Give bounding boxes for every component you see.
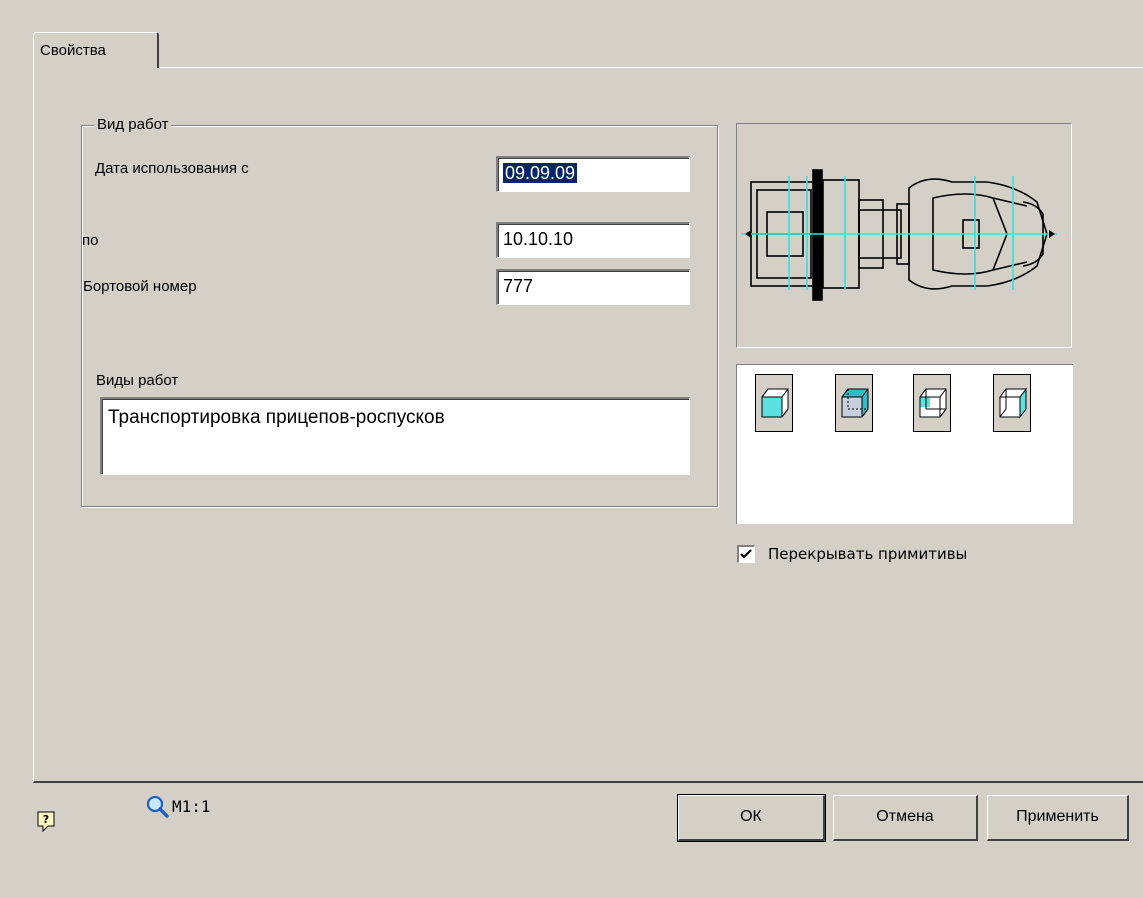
- date-from-label: Дата использования с: [95, 160, 249, 177]
- help-icon[interactable]: ?: [37, 811, 57, 833]
- date-from-value: 09.09.09: [503, 163, 578, 183]
- tab-properties[interactable]: Свойства: [33, 32, 159, 68]
- date-to-value: 10.10.10: [503, 229, 574, 249]
- ok-button[interactable]: ОК: [677, 794, 826, 842]
- svg-text:?: ?: [43, 813, 49, 826]
- front-shaded-cube-button[interactable]: [993, 374, 1031, 432]
- display-modes-panel: [736, 364, 1073, 524]
- date-from-field[interactable]: 09.09.09: [496, 156, 690, 192]
- board-number-field[interactable]: 777: [496, 269, 690, 305]
- overlap-checkbox[interactable]: [737, 545, 755, 563]
- preview-panel: [736, 123, 1072, 348]
- front-shaded-cube-icon: [999, 387, 1027, 419]
- hatched-cube-icon: [841, 388, 869, 418]
- properties-dialog: Свойства Вид работ Дата использования с …: [0, 0, 1143, 898]
- tab-properties-label: Свойства: [40, 42, 106, 59]
- date-to-label: по: [82, 232, 99, 249]
- cancel-button[interactable]: Отмена: [833, 795, 978, 841]
- side-shaded-cube-button[interactable]: [913, 374, 951, 432]
- board-number-label: Бортовой номер: [83, 278, 197, 295]
- solid-cube-icon: [761, 388, 789, 418]
- hatched-cube-button[interactable]: [835, 374, 873, 432]
- date-to-field[interactable]: 10.10.10: [496, 222, 690, 258]
- overlap-checkbox-label: Перекрывать примитивы: [768, 545, 968, 563]
- work-types-textarea[interactable]: Транспортировка прицепов-роспусков: [100, 397, 690, 475]
- work-types-label: Виды работ: [96, 372, 179, 389]
- work-type-group-title: Вид работ: [94, 116, 172, 133]
- solid-cube-button[interactable]: [755, 374, 793, 432]
- side-shaded-cube-icon: [919, 388, 947, 418]
- scale-label: М1:1: [172, 797, 211, 816]
- truck-top-view-drawing: [741, 169, 1057, 301]
- apply-button[interactable]: Применить: [987, 795, 1129, 841]
- magnifier-icon[interactable]: [146, 795, 170, 819]
- checkmark-icon: [740, 549, 752, 559]
- work-types-value: Транспортировка прицепов-роспусков: [108, 407, 445, 428]
- board-number-value: 777: [503, 276, 534, 296]
